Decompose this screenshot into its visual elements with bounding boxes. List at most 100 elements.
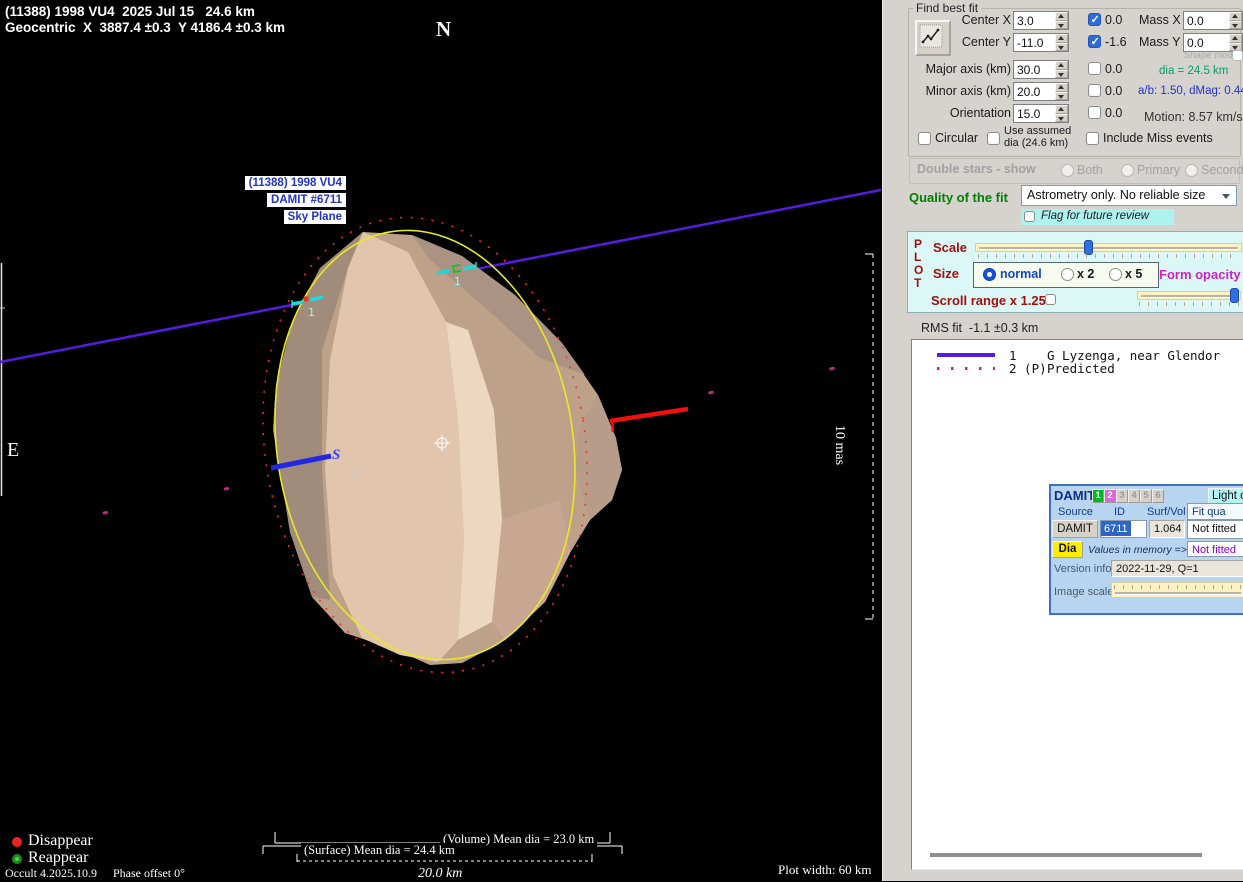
major-axis-spinner[interactable]: 30.0: [1013, 60, 1069, 79]
major-axis-value[interactable]: 30.0: [1014, 61, 1055, 78]
flag-review-checkbox[interactable]: [1024, 211, 1035, 222]
image-scale-slider[interactable]: [1111, 582, 1243, 598]
info-box-damit: DAMIT #6711: [267, 193, 346, 207]
observer-row[interactable]: 1 G Lyzenga, near Glendor: [912, 348, 1243, 361]
sky-plane-plot[interactable]: 1 1 2 S N E: [0, 0, 882, 881]
plot-width-label: Plot width: 60 km: [778, 862, 872, 878]
dia-fit-value: Not fitted: [1187, 541, 1243, 557]
damit-col-surfvol: Surf/Vol: [1147, 506, 1186, 518]
damit-tab-1[interactable]: 1: [1092, 489, 1104, 503]
damit-id-selected-text: 6711: [1101, 521, 1131, 536]
center-x-spinner[interactable]: 3.0: [1013, 11, 1069, 30]
size-normal-radio[interactable]: [983, 268, 996, 281]
disappear-legend-dot: [12, 837, 22, 847]
observer2-number: 2 (P): [1009, 361, 1047, 376]
miss-events-checkbox[interactable]: [1086, 132, 1099, 145]
scale-bar-label: 20.0 km: [418, 866, 462, 882]
minor-axis-value[interactable]: 20.0: [1014, 83, 1055, 100]
size-x2-radio[interactable]: [1061, 268, 1074, 281]
info-box-object: (11388) 1998 VU4: [245, 176, 346, 190]
horizontal-scrollbar[interactable]: [930, 853, 1202, 857]
minor-axis-spin-buttons[interactable]: [1055, 83, 1068, 100]
mass-y-value[interactable]: 0.0: [1184, 34, 1229, 51]
double-stars-both-label: Both: [1077, 163, 1103, 177]
damit-tab-6[interactable]: 6: [1152, 489, 1164, 503]
damit-col-fit: Fit qua: [1187, 503, 1243, 520]
center-x-adjust-value: 0.0: [1105, 13, 1122, 27]
form-opacity-label: Form opacity: [1159, 267, 1241, 282]
minor-axis-checkbox[interactable]: [1088, 84, 1101, 97]
center-y-adjust-value: -1.6: [1105, 35, 1127, 49]
version-info-value: 2022-11-29, Q=1: [1111, 560, 1243, 577]
shape-model-checkbox[interactable]: [1232, 50, 1243, 61]
damit-source-button[interactable]: DAMIT: [1052, 520, 1098, 538]
occult-app-window: 1 1 2 S N E: [0, 0, 1243, 881]
center-y-value[interactable]: -11.0: [1014, 34, 1055, 51]
mass-y-spin-buttons[interactable]: [1229, 34, 1242, 51]
dia-button[interactable]: Dia: [1052, 541, 1083, 558]
circular-checkbox[interactable]: [918, 132, 931, 145]
major-axis-checkbox[interactable]: [1088, 62, 1101, 75]
minor-axis-spinner[interactable]: 20.0: [1013, 82, 1069, 101]
quality-select[interactable]: Astrometry only. No reliable size: [1021, 185, 1237, 206]
center-x-checkbox[interactable]: [1088, 13, 1101, 26]
mass-y-label: Mass Y: [1139, 35, 1180, 49]
damit-id-field[interactable]: 6711: [1100, 520, 1147, 538]
size-group-label: Size: [933, 266, 959, 281]
damit-fit-select[interactable]: Not fitted: [1187, 520, 1243, 539]
center-x-spin-buttons[interactable]: [1055, 12, 1068, 29]
scroll-range-checkbox[interactable]: [1045, 294, 1056, 305]
damit-tab-2[interactable]: 2: [1104, 489, 1116, 503]
assumed-dia-checkbox[interactable]: [987, 132, 1000, 145]
size-normal-label: normal: [1000, 267, 1042, 281]
form-opacity-slider[interactable]: [1137, 291, 1241, 300]
mass-x-value[interactable]: 0.0: [1184, 12, 1229, 29]
north-chord-tick: [612, 420, 613, 432]
orientation-spinner[interactable]: 15.0: [1013, 104, 1069, 123]
mass-x-spin-buttons[interactable]: [1229, 12, 1242, 29]
double-stars-title: Double stars - show: [917, 162, 1036, 176]
quality-of-fit-label: Quality of the fit: [909, 190, 1008, 205]
observer2-name: Predicted: [1047, 361, 1115, 376]
observer-row[interactable]: 2 (P) Predicted: [912, 361, 1243, 374]
damit-panel: DAMIT 1 2 3 4 5 6 Light c Source ID Surf…: [1049, 484, 1243, 615]
asteroid-shape-model: [273, 232, 622, 665]
flag-review-label: Flag for future review: [1041, 210, 1149, 222]
size-x5-radio[interactable]: [1109, 268, 1122, 281]
center-y-spin-buttons[interactable]: [1055, 34, 1068, 51]
form-opacity-thumb[interactable]: [1230, 288, 1239, 303]
center-x-value[interactable]: 3.0: [1014, 12, 1055, 29]
image-scale-ticks: [1114, 585, 1242, 589]
double-stars-both-radio[interactable]: [1061, 164, 1074, 177]
center-y-label: Center Y: [938, 35, 1011, 49]
damit-tab-4[interactable]: 4: [1128, 489, 1140, 503]
center-y-spinner[interactable]: -11.0: [1013, 33, 1069, 52]
orientation-spin-buttons[interactable]: [1055, 105, 1068, 122]
scale-slider-thumb[interactable]: [1084, 240, 1093, 255]
plot-title-line1: (11388) 1998 VU4 2025 Jul 15 24.6 km: [5, 4, 255, 19]
quality-select-value: Astrometry only. No reliable size: [1027, 188, 1205, 202]
rms-fit-readout: RMS fit -1.1 ±0.3 km: [921, 321, 1038, 335]
predicted2-label: 2: [353, 469, 359, 480]
center-y-checkbox[interactable]: [1088, 35, 1101, 48]
double-stars-secondary-radio[interactable]: [1185, 164, 1198, 177]
damit-tab-3[interactable]: 3: [1116, 489, 1128, 503]
major-axis-spin-buttons[interactable]: [1055, 61, 1068, 78]
orientation-value[interactable]: 15.0: [1014, 105, 1055, 122]
light-curves-button[interactable]: Light c: [1208, 488, 1243, 504]
miss-events-label: Include Miss events: [1103, 131, 1213, 145]
double-stars-primary-radio[interactable]: [1121, 164, 1134, 177]
south-label: S: [332, 447, 340, 463]
orientation-checkbox[interactable]: [1088, 106, 1101, 119]
damit-col-source: Source: [1058, 506, 1093, 518]
assumed-dia-line1: Use assumed: [1004, 125, 1071, 137]
version-info-label: Version info: [1054, 563, 1111, 575]
scale-slider[interactable]: [975, 243, 1242, 252]
mas-scale-bracket: [865, 254, 873, 619]
mass-x-spinner[interactable]: 0.0: [1183, 11, 1243, 30]
damit-tab-5[interactable]: 5: [1140, 489, 1152, 503]
minor-axis-label: Minor axis (km): [913, 84, 1011, 98]
mas-scale-label: 10 mas: [831, 425, 847, 465]
event1b-label: 1: [454, 275, 461, 288]
motion-readout: Motion: 8.57 km/s: [1144, 110, 1243, 124]
